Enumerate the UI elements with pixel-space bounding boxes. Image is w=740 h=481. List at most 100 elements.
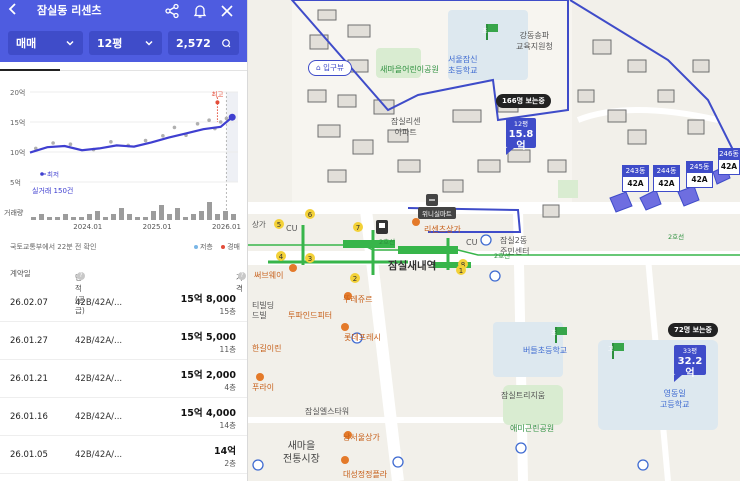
table-row[interactable]: 26.01.16 42B/42A/... 15억 4,000 14층: [0, 398, 247, 436]
map-view[interactable]: 5 6 7 4 3 2 8 1 ⌂ 입구뷰 새마을어린이공원 서울잠신 초등학교…: [248, 0, 740, 481]
apt-price: 32.2억: [677, 356, 703, 379]
line2-label: 2호선: [494, 252, 511, 260]
table-row[interactable]: 26.01.21 42B/42A/... 15억 2,000 4층: [0, 360, 247, 398]
count-value: 2,572: [175, 36, 211, 50]
y-tick-label: 10억: [10, 149, 25, 157]
latest-point: [228, 113, 236, 121]
area-select[interactable]: 12평: [88, 31, 162, 55]
trade-floor: 2층: [224, 459, 236, 468]
volume-bar: [159, 205, 164, 220]
count-button[interactable]: 2,572: [167, 31, 239, 55]
close-icon[interactable]: [219, 3, 235, 19]
trade-point: [218, 120, 223, 124]
dong-tag[interactable]: 246동 42A: [718, 148, 740, 175]
min-label: 최저: [47, 170, 59, 179]
trade-point: [51, 141, 55, 145]
tab-active-indicator: [0, 69, 60, 71]
dong-tag[interactable]: 244동 42A: [653, 165, 680, 192]
school3-label: 영동일 고등학교: [660, 389, 690, 409]
trade-floor: 15층: [219, 307, 236, 316]
volume-bar: [55, 217, 60, 220]
apt-price-pin[interactable]: 33평 32.2억: [674, 345, 706, 382]
apt-price-pin[interactable]: 12평 15.8억: [506, 118, 536, 155]
dong-value: 42A: [627, 179, 644, 188]
apt-size: 12평: [513, 120, 529, 128]
building-label: 드빌: [252, 311, 267, 320]
volume-bar: [63, 214, 68, 220]
trade-price: 15억 5,000: [180, 332, 236, 343]
shop-label: 뚜레쥬르: [343, 295, 373, 304]
trade-price: 15억 2,000: [180, 370, 236, 381]
exit-label: 4: [279, 253, 284, 261]
shop-label: 투파인드피터: [288, 311, 333, 320]
exit-label: 7: [356, 224, 360, 232]
entrance-view-button[interactable]: ⌂ 입구뷰: [308, 60, 352, 76]
legend-auction-dot: [221, 245, 226, 249]
trade-point: [161, 134, 165, 138]
school2-label: 버들초등학교: [523, 346, 568, 355]
volume-bar: [143, 217, 148, 220]
volume-bar: [87, 214, 92, 220]
cu-label: CU: [466, 238, 478, 247]
share-icon[interactable]: [164, 3, 180, 19]
volume-bar: [39, 214, 44, 220]
volume-bar: [215, 214, 220, 220]
dong-tag[interactable]: 245동 42A: [686, 161, 713, 188]
refresh-icon: [222, 39, 231, 48]
shop-label: 대성정정플라: [343, 470, 388, 479]
chevron-down-icon: [145, 40, 153, 46]
exit-label: 6: [308, 211, 313, 219]
building-label: 잠실트리지움: [501, 391, 546, 400]
bell-icon[interactable]: [192, 3, 208, 19]
volume-bar: [231, 214, 236, 220]
volume-label: 거래량: [4, 208, 24, 217]
chart-meta: 국토교통부에서 22분 전 확인 저층 경매: [0, 238, 247, 254]
x-tick-label: 2026.01: [212, 223, 241, 231]
viewers-badge: 166명 보는중: [496, 94, 551, 108]
trade-area: 42B/42A/...: [75, 336, 123, 346]
legend-auction-label: 경매: [227, 243, 240, 251]
trade-point: [68, 142, 73, 146]
volume-bar: [47, 217, 52, 220]
apt-size: 33평: [682, 347, 698, 355]
help-icon[interactable]: ?: [238, 272, 246, 280]
trade-area: 42B/42A/...: [75, 298, 123, 308]
school1-label: 서울잠신 초등학교: [448, 55, 478, 75]
price-trend-line: [29, 116, 233, 154]
volume-bar: [111, 214, 116, 220]
line2-label: 2호선: [668, 233, 685, 241]
volume-bar: [167, 214, 172, 220]
area-value: 12평: [96, 37, 123, 50]
update-note: 국토교통부에서 22분 전 확인: [10, 243, 97, 251]
help-icon[interactable]: ?: [77, 272, 85, 280]
trade-date: 26.01.27: [10, 336, 48, 346]
trade-count-label: 실거래 150건: [32, 186, 73, 195]
trade-point: [109, 140, 113, 144]
table-row[interactable]: 26.02.07 42B/42A/... 15억 8,000 15층: [0, 284, 247, 322]
volume-bar: [79, 217, 84, 220]
edu-office-label: 강동송파 교육지원청: [516, 31, 553, 51]
dong-value: 42A: [691, 175, 708, 184]
trade-floor: 4층: [224, 383, 236, 392]
dong-tag[interactable]: 243동 42A: [622, 165, 649, 192]
x-tick-label: 2025.01: [143, 223, 172, 231]
exit-label: 1: [459, 267, 463, 275]
shop-label: 남서울상가: [343, 433, 380, 442]
trade-type-select[interactable]: 매매: [8, 31, 83, 55]
apt-label: 잠실리센 아파트: [391, 117, 421, 137]
trade-floor: 14층: [219, 421, 236, 430]
trade-price: 14억: [214, 446, 236, 457]
table-row[interactable]: 26.01.05 42B/42A/... 14억 2층: [0, 436, 247, 474]
shop-label: 롯데프레시: [344, 333, 381, 342]
x-tick-label: 2024.01: [73, 223, 102, 231]
volume-bar: [103, 217, 108, 220]
park-label: 새마을어린이공원: [380, 65, 439, 74]
y-tick-label: 15억: [10, 119, 25, 127]
back-icon[interactable]: [8, 2, 18, 21]
table-row[interactable]: 26.01.27 42B/42A/... 15억 5,000 11층: [0, 322, 247, 360]
legend-low-label: 저층: [199, 243, 213, 251]
volume-bar: [223, 211, 228, 220]
volume-bar: [95, 211, 100, 220]
volume-bar: [151, 211, 156, 220]
trade-area: 42B/42A/...: [75, 412, 123, 422]
